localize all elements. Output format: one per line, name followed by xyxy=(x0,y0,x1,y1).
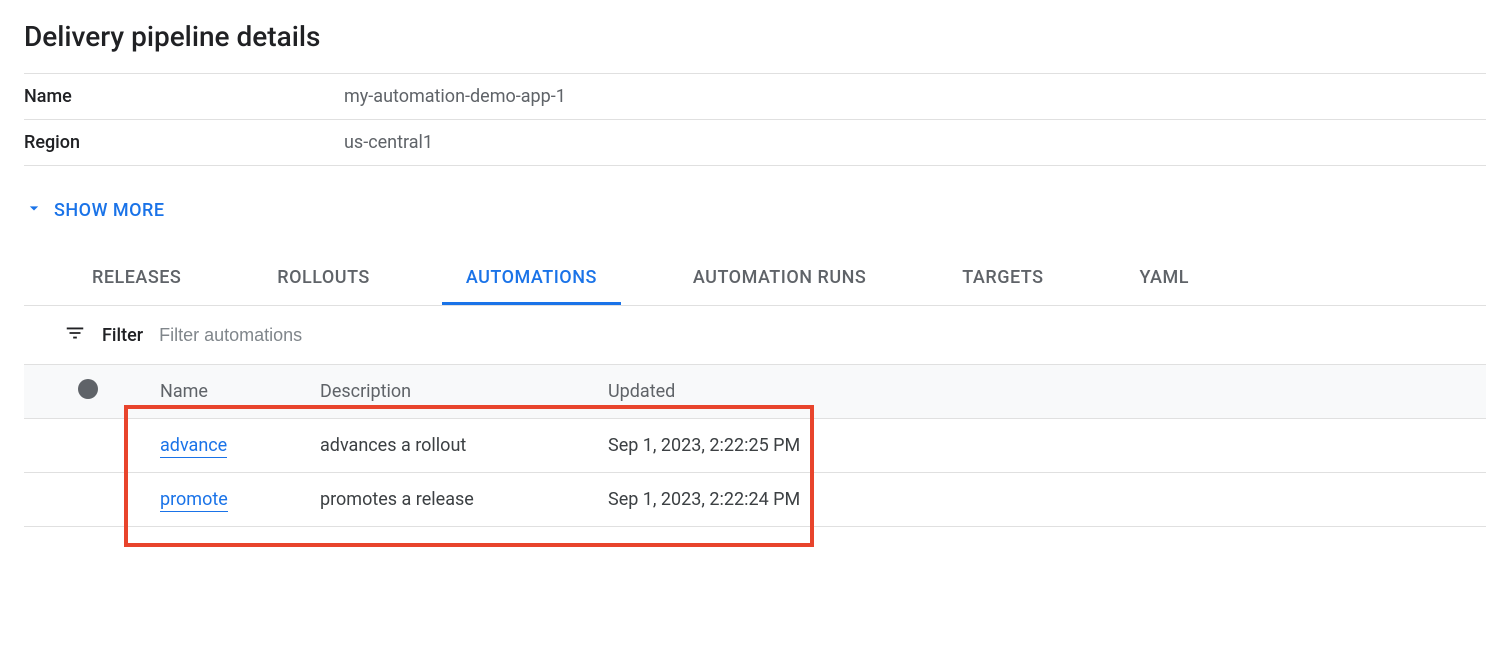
status-header xyxy=(24,365,152,419)
status-indicator-icon xyxy=(78,379,98,399)
tab-releases[interactable]: RELEASES xyxy=(68,251,205,305)
row-status xyxy=(24,473,152,527)
filter-label: Filter xyxy=(102,325,143,346)
description-header: Description xyxy=(312,365,600,419)
tab-rollouts[interactable]: ROLLOUTS xyxy=(253,251,394,305)
table-row: advance advances a rollout Sep 1, 2023, … xyxy=(24,419,1486,473)
details-value-name: my-automation-demo-app-1 xyxy=(344,74,1486,120)
tab-automations[interactable]: AUTOMATIONS xyxy=(442,251,621,305)
automation-link-advance[interactable]: advance xyxy=(160,435,227,458)
name-header: Name xyxy=(152,365,312,419)
tabs: RELEASES ROLLOUTS AUTOMATIONS AUTOMATION… xyxy=(24,251,1486,306)
details-row: Region us-central1 xyxy=(24,120,1486,166)
filter-bar: Filter xyxy=(24,306,1486,364)
page-title: Delivery pipeline details xyxy=(24,20,1486,53)
row-status xyxy=(24,419,152,473)
details-table: Name my-automation-demo-app-1 Region us-… xyxy=(24,73,1486,166)
row-description: advances a rollout xyxy=(312,419,600,473)
details-row: Name my-automation-demo-app-1 xyxy=(24,74,1486,120)
tab-yaml[interactable]: YAML xyxy=(1116,251,1213,305)
automation-link-promote[interactable]: promote xyxy=(160,489,228,512)
row-updated: Sep 1, 2023, 2:22:24 PM xyxy=(600,473,1486,527)
row-description: promotes a release xyxy=(312,473,600,527)
table-header-row: Name Description Updated xyxy=(24,365,1486,419)
show-more-label: SHOW MORE xyxy=(54,200,165,221)
show-more-button[interactable]: SHOW MORE xyxy=(24,198,165,223)
row-updated: Sep 1, 2023, 2:22:25 PM xyxy=(600,419,1486,473)
row-name: promote xyxy=(152,473,312,527)
automations-table: Name Description Updated advance advance… xyxy=(24,364,1486,527)
filter-input[interactable] xyxy=(159,325,1446,346)
filter-icon xyxy=(64,322,86,348)
details-label-region: Region xyxy=(24,120,344,166)
row-name: advance xyxy=(152,419,312,473)
tab-targets[interactable]: TARGETS xyxy=(938,251,1067,305)
tab-automation-runs[interactable]: AUTOMATION RUNS xyxy=(669,251,890,305)
details-label-name: Name xyxy=(24,74,344,120)
table-wrapper: Name Description Updated advance advance… xyxy=(24,364,1486,527)
updated-header: Updated xyxy=(600,365,1486,419)
chevron-down-icon xyxy=(24,198,44,223)
details-value-region: us-central1 xyxy=(344,120,1486,166)
table-row: promote promotes a release Sep 1, 2023, … xyxy=(24,473,1486,527)
